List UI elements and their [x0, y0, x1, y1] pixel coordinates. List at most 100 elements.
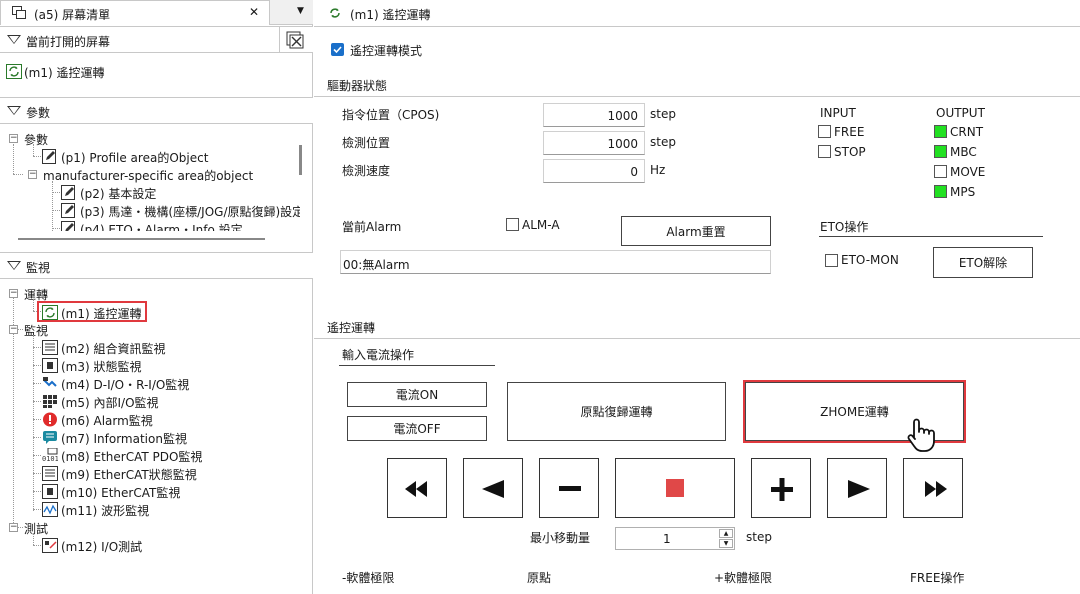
internal-io-icon [42, 394, 58, 408]
tree-item-m3[interactable]: (m3) 狀態監視 [61, 358, 142, 375]
monitor-label: 監視 [26, 261, 51, 275]
collapse-icon [7, 35, 21, 44]
plus-icon [771, 478, 793, 501]
current-on-button[interactable]: 電流ON [347, 382, 487, 407]
hand-cursor-icon [905, 417, 937, 453]
tree-item-m1[interactable]: (m1) 遙控運轉 [37, 301, 147, 322]
tree-item-m6[interactable]: (m6) Alarm監視 [61, 412, 153, 429]
det-pos-field: 1000 [543, 131, 645, 155]
expander-icon[interactable]: − [9, 523, 18, 532]
tree-node-monitor[interactable]: 監視 [24, 322, 48, 339]
io-icon [42, 376, 58, 390]
current-input-divider [339, 365, 495, 366]
stop-icon [666, 479, 684, 497]
tree-node-manufacturer[interactable]: manufacturer-specific area的object [43, 167, 253, 184]
close-all-icon[interactable] [279, 27, 307, 52]
input-free-label: FREE [834, 125, 865, 139]
mbc-led [934, 145, 947, 158]
pos-limit-label: +軟體極限 [714, 571, 773, 585]
expander-icon[interactable]: − [9, 134, 18, 143]
tree-item-m1-label: (m1) 遙控運轉 [61, 307, 142, 321]
crnt-led [934, 125, 947, 138]
screen-title: (m1) 遙控運轉 [350, 8, 431, 22]
remote-mode-checkbox[interactable] [331, 43, 344, 56]
eto-mon-label: ETO-MON [841, 253, 899, 267]
jog-fast-reverse-button[interactable] [387, 458, 447, 518]
expander-icon[interactable]: − [9, 289, 18, 298]
stop-button[interactable] [615, 458, 735, 518]
det-speed-unit: Hz [650, 163, 666, 177]
tree-item-p3[interactable]: (p3) 馬達・機構(座標/JOG/原點復歸)設定 [80, 203, 300, 220]
params-vscrollbar[interactable] [299, 145, 302, 175]
det-pos-label: 檢測位置 [342, 136, 391, 150]
screen-list-icon [12, 6, 26, 19]
tree-item-p1[interactable]: (p1) Profile area的Object [61, 149, 208, 166]
status-icon [42, 358, 58, 373]
stepper-down-icon[interactable]: ▼ [719, 539, 733, 548]
tab-screen-list[interactable]: (a5) 屏幕清單 ✕ [0, 0, 270, 25]
home-label: 原點 [527, 571, 552, 585]
tab-close-icon[interactable]: ✕ [249, 5, 259, 19]
eto-release-button[interactable]: ETO解除 [933, 247, 1033, 278]
minus-icon [559, 486, 581, 491]
edit-params-icon [42, 149, 58, 164]
alm-a-label: ALM-A [522, 218, 560, 232]
tree-node-test[interactable]: 測試 [24, 520, 48, 537]
tree-item-m11[interactable]: (m11) 波形監視 [61, 502, 149, 519]
params-header[interactable]: 參數 [0, 97, 313, 124]
step-plus-button[interactable] [751, 458, 811, 518]
tree-item-m4[interactable]: (m4) D-I/O・R-I/O監視 [61, 376, 189, 393]
jog-fast-forward-button[interactable] [903, 458, 963, 518]
tree-item-m7[interactable]: (m7) Information監視 [61, 430, 187, 447]
crnt-label: CRNT [950, 125, 984, 139]
homing-button[interactable]: 原點復歸運轉 [507, 382, 726, 441]
move-label: MOVE [950, 165, 986, 179]
driver-status-header: 驅動器狀態 [327, 79, 388, 93]
stepper-up-icon[interactable]: ▲ [719, 529, 733, 538]
tree-item-p4[interactable]: (p4) ETO・Alarm・Info 設定 [80, 221, 243, 231]
params-hscrollbar[interactable] [18, 238, 265, 240]
tree-item-m10[interactable]: (m10) EtherCAT監視 [61, 484, 180, 501]
tree-item-m12[interactable]: (m12) I/O測試 [61, 538, 142, 555]
tab-label: (a5) 屏幕清單 [34, 8, 111, 22]
alarm-text-field: 00:無Alarm [340, 250, 771, 274]
reverse-icon [482, 480, 504, 498]
mbc-label: MBC [950, 145, 977, 159]
combo-info-icon [42, 340, 58, 355]
tree-item-m8[interactable]: (m8) EtherCAT PDO監視 [61, 448, 202, 465]
input-stop-label: STOP [834, 145, 866, 159]
step-minus-button[interactable] [539, 458, 599, 518]
open-screens-label: 當前打開的屏幕 [26, 35, 111, 49]
tree-item-m2[interactable]: (m2) 組合資訊監視 [61, 340, 166, 357]
tree-item-m5[interactable]: (m5) 內部I/O監視 [61, 394, 159, 411]
expander-icon[interactable]: − [9, 325, 18, 334]
current-alarm-label: 當前Alarm [342, 220, 402, 234]
current-off-button[interactable]: 電流OFF [347, 416, 487, 441]
input-header: INPUT [820, 106, 856, 120]
expander-icon[interactable]: − [28, 170, 37, 179]
tree-node-params[interactable]: 參數 [24, 131, 48, 148]
tree-item-m9[interactable]: (m9) EtherCAT狀態監視 [61, 466, 197, 483]
screen-list-panel: (a5) 屏幕清單 ✕ ▼ 當前打開的屏幕 (m1) 遙控運轉 參數 − 參數 … [0, 0, 313, 594]
driver-status-divider [314, 96, 1080, 97]
jog-forward-button[interactable] [827, 458, 887, 518]
eto-mon-indicator [825, 254, 838, 267]
input-stop-indicator [818, 145, 831, 158]
input-free-indicator [818, 125, 831, 138]
open-screens-header[interactable]: 當前打開的屏幕 [0, 26, 313, 53]
edit-params-icon [61, 203, 77, 218]
min-move-value: 1 [663, 532, 671, 546]
alarm-reset-button[interactable]: Alarm重置 [621, 216, 771, 246]
tree-item-p2[interactable]: (p2) 基本設定 [80, 185, 156, 202]
open-screen-item[interactable]: (m1) 遙控運轉 [6, 63, 206, 81]
monitor-header[interactable]: 監視 [0, 252, 313, 279]
fast-reverse-icon [405, 481, 427, 497]
output-header: OUTPUT [936, 106, 985, 120]
min-move-stepper[interactable]: 1 ▲ ▼ [615, 527, 735, 550]
jog-reverse-button[interactable] [463, 458, 523, 518]
pdo-icon: 0101 [42, 447, 59, 463]
remote-operation-icon [42, 305, 58, 320]
panel-menu-icon[interactable]: ▼ [297, 6, 304, 16]
screen-title-bar: (m1) 遙控運轉 [314, 0, 1080, 27]
remote-mode-label: 遙控運轉模式 [350, 44, 423, 58]
